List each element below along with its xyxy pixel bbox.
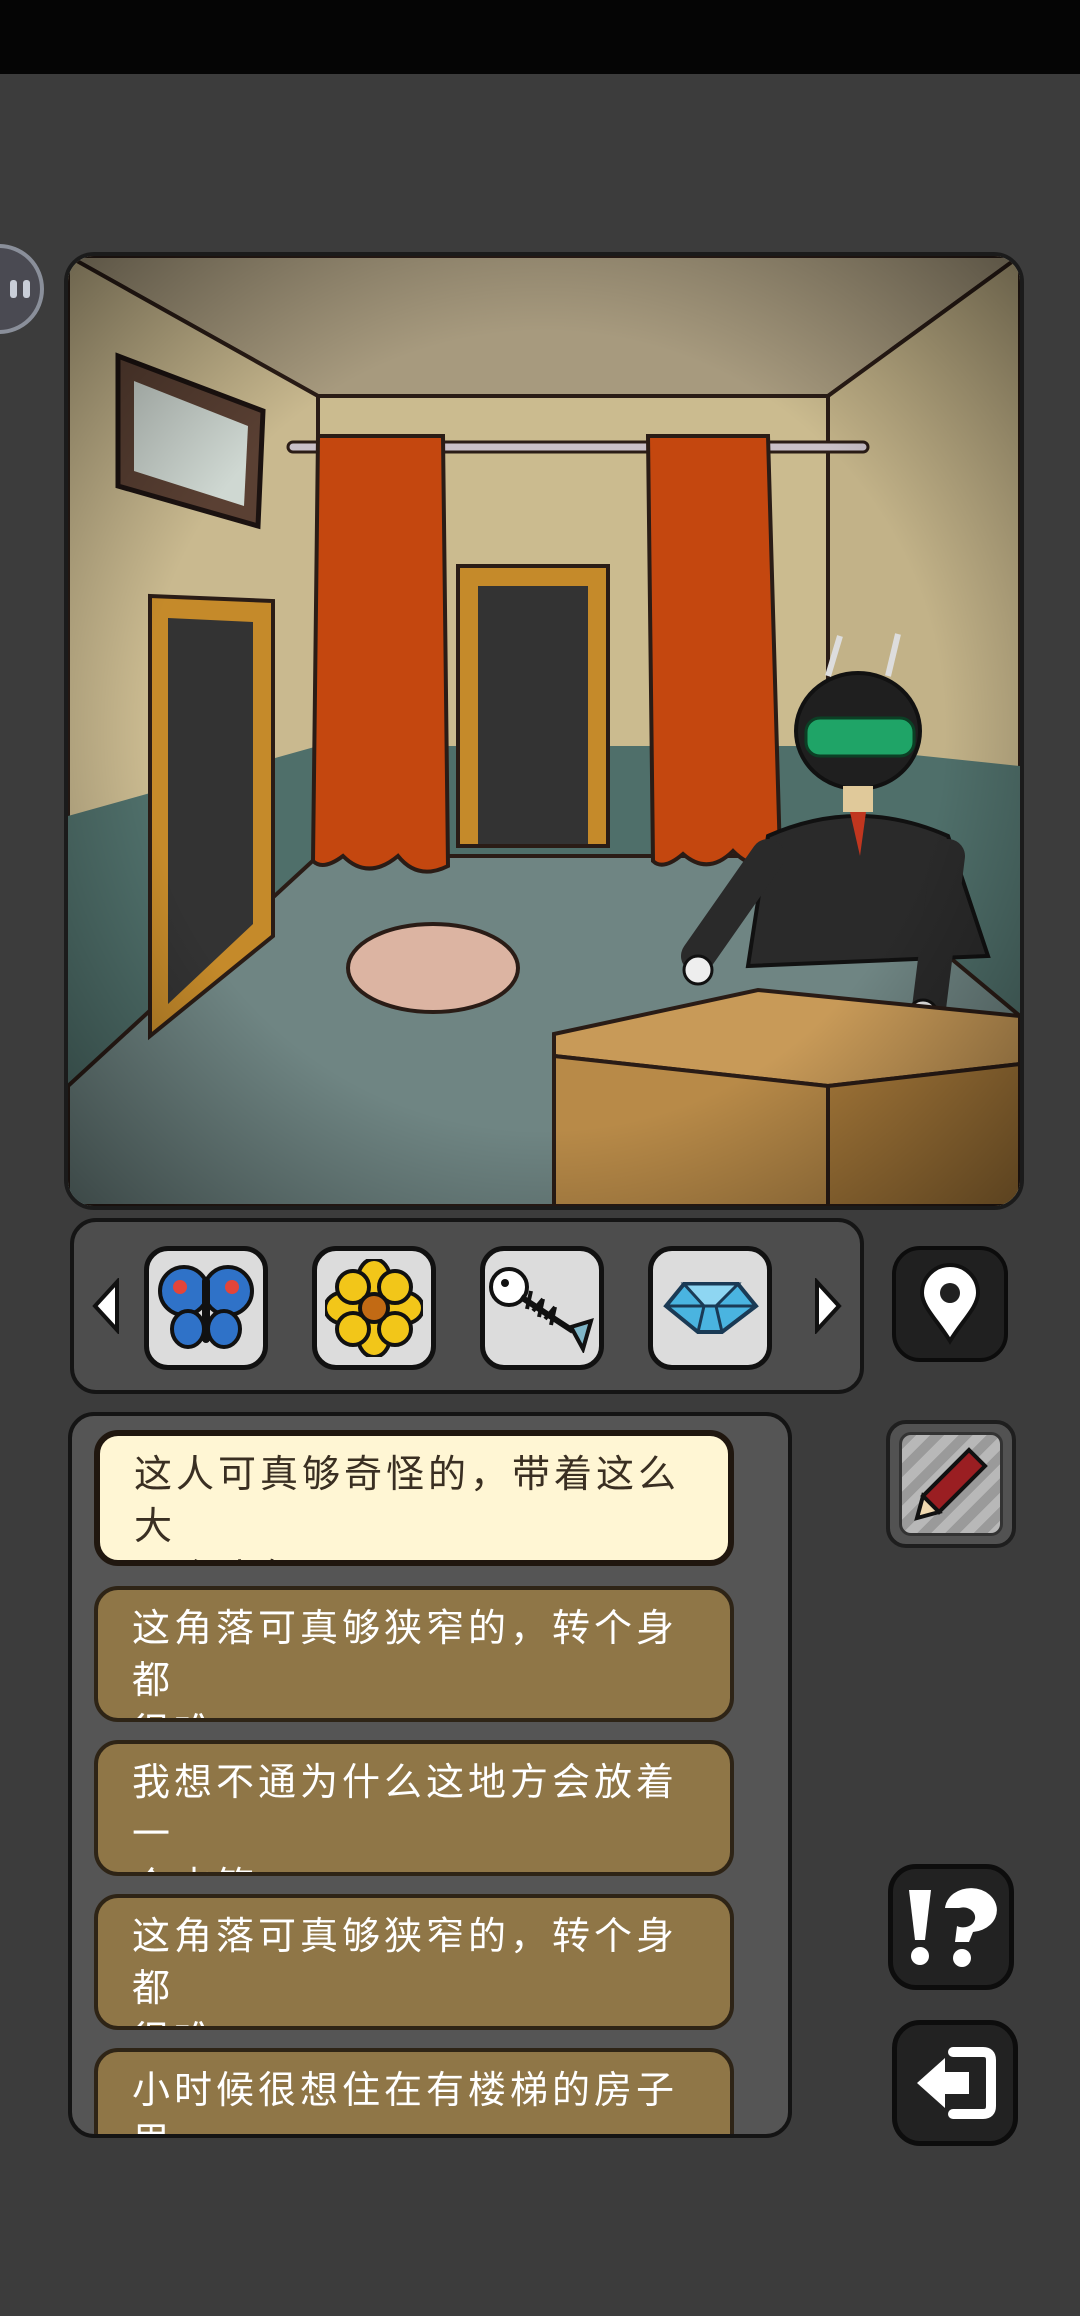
- exit-button[interactable]: [892, 2020, 1018, 2146]
- dialogue-panel: 这人可真够奇怪的，带着这么大 一个头盔。 这角落可真够狭窄的，转个身都 很难。 …: [68, 1412, 792, 2138]
- map-location-button[interactable]: [892, 1246, 1008, 1362]
- inventory-next-button[interactable]: [808, 1276, 848, 1336]
- exit-arrow-icon: [917, 2047, 996, 2119]
- inventory-slot-crystal[interactable]: [648, 1246, 772, 1370]
- handle-icon: [10, 280, 30, 298]
- flower-icon: [325, 1259, 423, 1357]
- pencil-icon: [914, 1447, 988, 1521]
- inventory-slot-flower[interactable]: [312, 1246, 436, 1370]
- notebook-button[interactable]: [886, 1420, 1016, 1548]
- dialogue-option-5[interactable]: 小时候很想住在有楼梯的房子里: [94, 2048, 734, 2134]
- hint-button[interactable]: [888, 1864, 1014, 1990]
- dialogue-option-2[interactable]: 这角落可真够狭窄的，转个身都 很难。: [94, 1586, 734, 1722]
- dialogue-option-4[interactable]: 这角落可真够狭窄的，转个身都 很难。: [94, 1894, 734, 2030]
- fish-bone-icon: [489, 1267, 594, 1353]
- notebook-icon: [899, 1432, 1003, 1536]
- inventory-slot-fish-bone[interactable]: [480, 1246, 604, 1370]
- status-bar: [0, 0, 1080, 74]
- crystal-icon: [663, 1282, 759, 1334]
- game-scene[interactable]: [64, 252, 1024, 1210]
- inventory-bar: [70, 1218, 864, 1394]
- side-menu-tab[interactable]: [0, 244, 44, 334]
- arrow-left-icon: [92, 1278, 119, 1334]
- dialogue-option-1[interactable]: 这人可真够奇怪的，带着这么大 一个头盔。: [94, 1430, 734, 1566]
- butterfly-icon: [158, 1265, 254, 1349]
- arrow-right-icon: [815, 1278, 842, 1334]
- inventory-prev-button[interactable]: [86, 1276, 126, 1336]
- inventory-slot-butterfly[interactable]: [144, 1246, 268, 1370]
- location-pin-icon: [919, 1263, 981, 1345]
- hint-exclaim-question-icon: [909, 1888, 997, 1967]
- dialogue-option-3[interactable]: 我想不通为什么这地方会放着一 个皮箱。: [94, 1740, 734, 1876]
